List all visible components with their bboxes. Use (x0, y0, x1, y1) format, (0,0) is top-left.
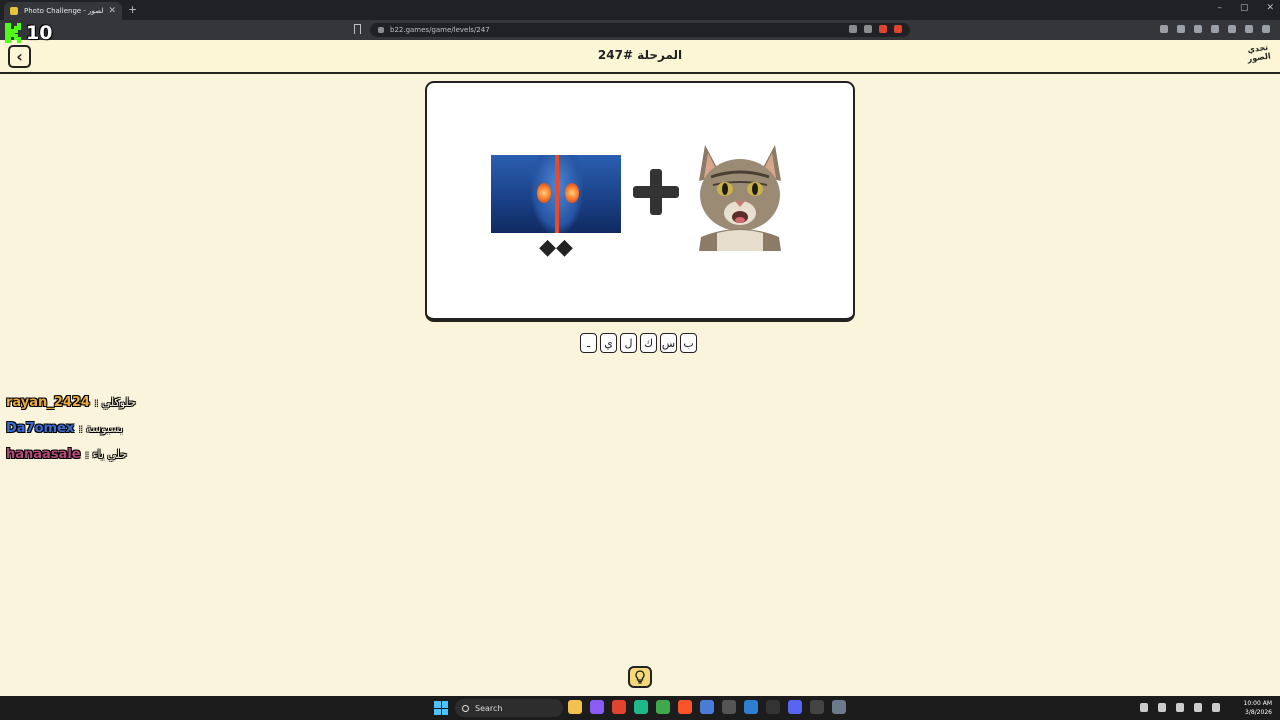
mic-icon[interactable] (1158, 703, 1166, 712)
chat-username: Da7omex (6, 421, 75, 436)
game-logo: تحدي الصور (1246, 42, 1272, 64)
clock-date: 3/8/2026 (1245, 709, 1272, 716)
clock-time: 10:00 AM (1243, 700, 1272, 707)
toolbar-extensions (1160, 25, 1270, 33)
taskbar-clock[interactable]: 10:00 AM 3/8/2026 (1244, 699, 1272, 717)
chat-username: rayan_2424 (6, 395, 90, 410)
chat-message: hanaasale : حلي ياء (6, 447, 136, 473)
taskbar-search[interactable]: Search (455, 699, 563, 717)
file-explorer-icon[interactable] (568, 700, 582, 714)
answer-slot[interactable]: ل (620, 333, 637, 353)
search-icon (462, 704, 469, 712)
tab-close-icon[interactable]: ✕ (108, 6, 116, 16)
url-text: b22.games/game/levels/247 (390, 26, 490, 34)
app-icon[interactable] (590, 700, 604, 714)
maximize-button[interactable]: ▢ (1240, 3, 1249, 13)
answer-slot[interactable]: س (660, 333, 677, 353)
plus-icon (633, 169, 679, 215)
url-actions (849, 25, 902, 33)
share-icon[interactable] (864, 25, 872, 33)
vpn-icon[interactable] (1245, 25, 1253, 33)
image-caption: ◆◆ (539, 235, 573, 260)
lightbulb-icon (635, 670, 645, 684)
kick-logo-icon (4, 22, 22, 44)
answer-slot[interactable]: ـ (580, 333, 597, 353)
app-icon[interactable] (700, 700, 714, 714)
windows-taskbar: Search 10:00 AM 3/8/2026 (0, 696, 1280, 720)
puzzle-card: ◆◆ (425, 81, 855, 322)
edge-icon[interactable] (744, 700, 758, 714)
new-tab-button[interactable]: + (128, 3, 137, 16)
translate-icon[interactable] (849, 25, 857, 33)
media-icon[interactable] (1177, 25, 1185, 33)
menu-icon[interactable] (1262, 25, 1270, 33)
chat-text: : بسبوسة (78, 422, 124, 435)
address-bar-row: b22.games/game/levels/247 (0, 20, 1280, 40)
app-icon[interactable] (810, 700, 824, 714)
hint-button[interactable] (628, 666, 652, 688)
bookmark-icon[interactable] (354, 24, 361, 34)
cat-image (691, 137, 789, 251)
taskbar-apps (568, 700, 846, 714)
score-value: 10 (26, 22, 53, 44)
level-title: المرحلة #247 (597, 48, 683, 62)
app-icon[interactable] (612, 700, 626, 714)
browser-titlebar: Photo Challenge - تحدي الصور ✕ + – ▢ ✕ (0, 0, 1280, 20)
kidneys-image (491, 155, 621, 233)
url-field[interactable]: b22.games/game/levels/247 (370, 23, 910, 37)
sidebar-icon[interactable] (1160, 25, 1168, 33)
settings-icon[interactable] (832, 700, 846, 714)
discord-icon[interactable] (788, 700, 802, 714)
answer-slots: ـ ي ل ك س ب (580, 333, 697, 353)
tray-chevron-icon[interactable] (1140, 703, 1148, 712)
language-icon[interactable] (1176, 703, 1184, 712)
system-tray (1140, 703, 1220, 712)
minimize-button[interactable]: – (1217, 3, 1222, 13)
epic-icon[interactable] (766, 700, 780, 714)
site-info-icon[interactable] (378, 27, 384, 33)
taskbar-search-label: Search (475, 703, 503, 713)
chat-message: rayan_2424 : حلوكلي (6, 395, 136, 421)
brave-icon[interactable] (678, 700, 692, 714)
app-icon[interactable] (634, 700, 648, 714)
close-window-button[interactable]: ✕ (1266, 3, 1274, 13)
answer-slot[interactable]: ب (680, 333, 697, 353)
game-header: ‹ المرحلة #247 تحدي الصور (0, 40, 1280, 74)
wallet-icon[interactable] (1211, 25, 1219, 33)
answer-slot[interactable]: ك (640, 333, 657, 353)
panel-icon[interactable] (1194, 25, 1202, 33)
tab-favicon-icon (10, 7, 18, 15)
score-overlay: 10 (4, 22, 52, 44)
brave-rewards-icon[interactable] (894, 25, 902, 33)
start-icon[interactable] (434, 701, 448, 715)
network-icon[interactable] (1194, 703, 1202, 712)
app-icon[interactable] (722, 700, 736, 714)
chat-username: hanaasale (6, 447, 81, 462)
brave-shield-icon[interactable] (879, 25, 887, 33)
answer-slot[interactable]: ي (600, 333, 617, 353)
volume-icon[interactable] (1212, 703, 1220, 712)
browser-tab[interactable]: Photo Challenge - تحدي الصور ✕ (4, 2, 122, 20)
tab-title: Photo Challenge - تحدي الصور (24, 7, 105, 15)
chat-text: : حلوكلي (94, 396, 136, 409)
chat-text: : حلي ياء (85, 448, 128, 461)
xbox-icon[interactable] (656, 700, 670, 714)
chat-message: Da7omex : بسبوسة (6, 421, 136, 447)
leo-icon[interactable] (1228, 25, 1236, 33)
chat-overlay: rayan_2424 : حلوكلي Da7omex : بسبوسة han… (6, 395, 136, 473)
window-controls: – ▢ ✕ (1217, 3, 1274, 13)
